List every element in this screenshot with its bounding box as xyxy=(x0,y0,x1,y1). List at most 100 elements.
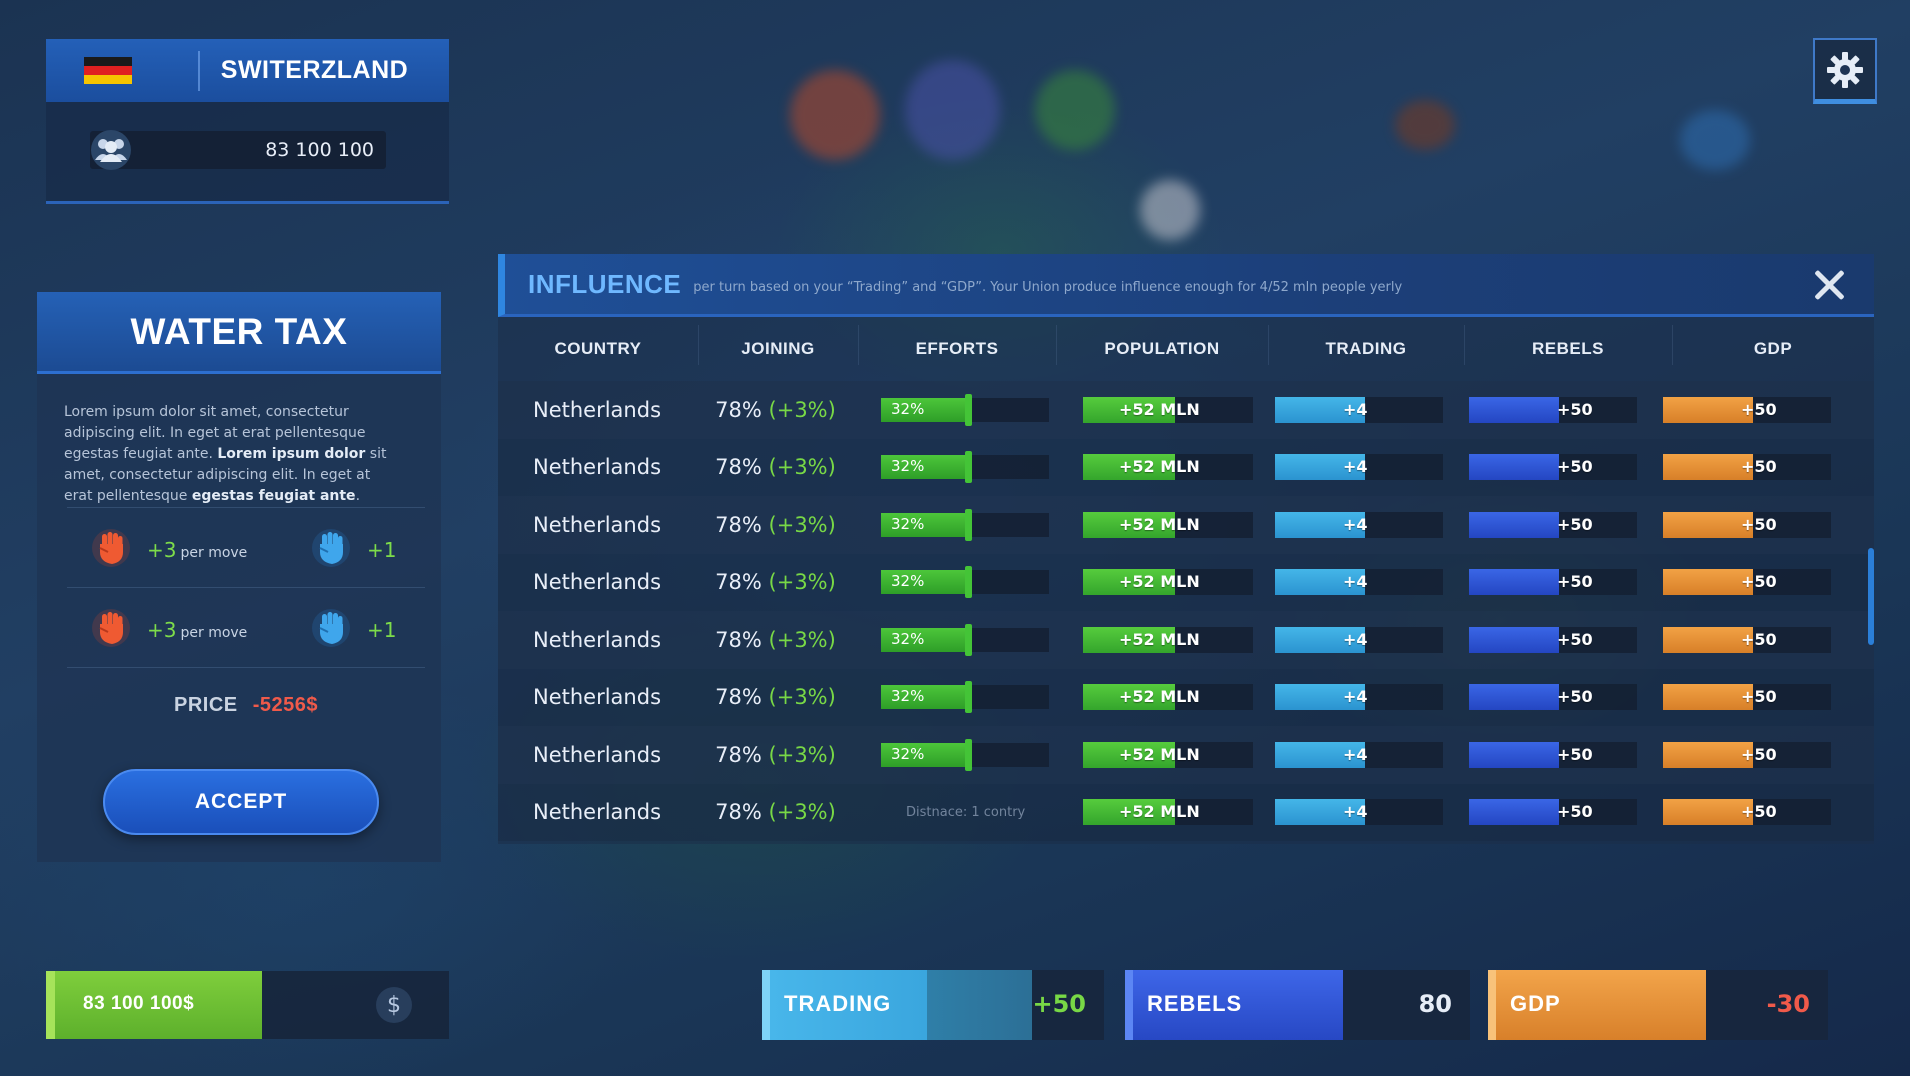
population-value: 83 100 100 xyxy=(265,139,374,161)
rebels-bar: +50 xyxy=(1469,569,1637,596)
gdp-value: +50 xyxy=(1741,399,1777,419)
gdp-bar: +50 xyxy=(1663,684,1831,711)
population-bar: +52 MLN xyxy=(1083,626,1253,653)
distance-note: Distnace: 1 contry xyxy=(906,804,1026,820)
gdp-stat: GDP -30 xyxy=(1488,970,1828,1040)
efforts-cell: Distnace: 1 contry xyxy=(858,784,1083,842)
trading-value: +50 xyxy=(1032,990,1086,1018)
joining-delta: (+3%) xyxy=(768,685,836,710)
rebels-value: +50 xyxy=(1557,744,1593,764)
table-row[interactable]: Netherlands 78% (+3%) Distnace: 1 contry… xyxy=(498,783,1874,842)
table-row[interactable]: Netherlands 78% (+3%) 32% +52 MLN +4 +50 xyxy=(498,553,1874,612)
gdp-bar: +50 xyxy=(1663,741,1831,768)
red-effect-number: +3 xyxy=(147,618,177,642)
efforts-bar[interactable]: 32% xyxy=(881,508,1049,541)
red-effect-unit: per move xyxy=(180,625,248,641)
gdp-value: +50 xyxy=(1741,687,1777,707)
table-row[interactable]: Netherlands 78% (+3%) 32% +52 MLN +4 +50 xyxy=(498,496,1874,554)
table-row[interactable]: Netherlands 78% (+3%) 32% +52 MLN +4 +50 xyxy=(498,611,1874,669)
population-bar: +52 MLN xyxy=(1083,569,1253,596)
rebels-value: +50 xyxy=(1557,572,1593,592)
joining-value: 78% xyxy=(715,397,762,422)
table-row[interactable]: Netherlands 78% (+3%) 32% +52 MLN +4 +50 xyxy=(498,438,1874,497)
trading-cell: +4 xyxy=(1275,496,1469,554)
gdp-cell: +50 xyxy=(1663,496,1833,554)
money-value: 83 100 100$ xyxy=(83,993,195,1014)
flag-stripe xyxy=(84,56,132,66)
column-header[interactable]: EFFORTS xyxy=(858,325,1056,365)
population-cell: +52 MLN xyxy=(1083,439,1275,497)
influence-title: INFLUENCE xyxy=(528,268,682,299)
efforts-cell: 32% xyxy=(858,439,1083,497)
efforts-value: 32% xyxy=(891,514,925,533)
column-header[interactable]: COUNTRY xyxy=(498,339,698,359)
efforts-bar[interactable]: 32% xyxy=(881,393,1049,426)
gdp-bar: +50 xyxy=(1663,626,1831,653)
rebels-value: +50 xyxy=(1557,629,1593,649)
gear-icon xyxy=(1827,51,1863,88)
close-icon[interactable] xyxy=(1812,268,1846,302)
column-header[interactable]: REBELS xyxy=(1464,325,1672,365)
accept-button[interactable]: ACCEPT xyxy=(103,769,379,835)
population-row: 83 100 100 xyxy=(90,130,386,170)
policy-description: Lorem ipsum dolor sit amet, consectetur … xyxy=(64,402,389,507)
efforts-bar[interactable]: 32% xyxy=(881,566,1049,599)
influence-panel: INFLUENCE per turn based on your “Tradin… xyxy=(498,254,1874,844)
joining-delta: (+3%) xyxy=(768,397,836,422)
settings-button[interactable] xyxy=(1813,38,1877,104)
efforts-bar[interactable]: 32% xyxy=(881,623,1049,656)
gdp-value: +50 xyxy=(1741,744,1777,764)
trading-value: +4 xyxy=(1343,629,1368,649)
effect-row: +3 per move +1 xyxy=(67,507,425,587)
efforts-bar[interactable]: 32% xyxy=(881,681,1049,714)
column-header[interactable]: GDP xyxy=(1672,325,1874,365)
trading-cell: +4 xyxy=(1275,554,1469,612)
population-cell: +52 MLN xyxy=(1083,611,1275,669)
efforts-value: 32% xyxy=(891,572,925,591)
rebels-cell: +50 xyxy=(1469,611,1663,669)
table-body: Netherlands 78% (+3%) 32% +52 MLN +4 +50 xyxy=(498,381,1874,841)
efforts-value: 32% xyxy=(891,687,925,706)
policy-title: WATER TAX xyxy=(130,310,348,352)
red-effect-value: +3 per move xyxy=(147,618,247,642)
rebels-value: +50 xyxy=(1557,457,1593,477)
trading-value: +4 xyxy=(1343,687,1368,707)
rebels-bar: +50 xyxy=(1469,799,1637,826)
column-header[interactable]: POPULATION xyxy=(1056,325,1268,365)
blue-effect-value: +1 xyxy=(367,538,397,562)
population-cell: +52 MLN xyxy=(1083,496,1275,554)
efforts-bar[interactable]: 32% xyxy=(881,451,1049,484)
efforts-cell: 32% xyxy=(858,496,1083,554)
table-row[interactable]: Netherlands 78% (+3%) 32% +52 MLN +4 +50 xyxy=(498,668,1874,727)
policy-header: WATER TAX xyxy=(37,292,441,374)
joining-value: 78% xyxy=(715,800,762,825)
column-header[interactable]: TRADING xyxy=(1268,325,1464,365)
population-bar: +52 MLN xyxy=(1083,741,1253,768)
gdp-fill xyxy=(1663,741,1753,768)
trading-label: TRADING xyxy=(784,991,892,1016)
gdp-cell: +50 xyxy=(1663,726,1833,784)
trading-bar: +4 xyxy=(1275,741,1443,768)
flag-stripe xyxy=(84,65,132,76)
column-header[interactable]: JOINING xyxy=(698,325,858,365)
rebels-bar: +50 xyxy=(1469,741,1637,768)
table-row[interactable]: Netherlands 78% (+3%) 32% +52 MLN +4 +50 xyxy=(498,726,1874,784)
gdp-bar: +50 xyxy=(1663,569,1831,596)
table-row[interactable]: Netherlands 78% (+3%) 32% +52 MLN +4 +50 xyxy=(498,381,1874,439)
gdp-bar: +50 xyxy=(1663,454,1831,481)
joining-value: 78% xyxy=(715,685,762,710)
efforts-value: 32% xyxy=(891,457,925,476)
trading-bar: +4 xyxy=(1275,684,1443,711)
population-cell: +52 MLN xyxy=(1083,726,1275,784)
description-bold: Lorem ipsum dolor xyxy=(217,446,366,462)
gdp-cell: +50 xyxy=(1663,669,1833,727)
joining-cell: 78% (+3%) xyxy=(693,398,858,422)
efforts-cell: 32% xyxy=(858,611,1083,669)
population-bar: +52 MLN xyxy=(1083,396,1253,423)
scrollbar[interactable] xyxy=(1868,548,1874,645)
rebels-fill xyxy=(1469,396,1559,423)
gdp-cell: +50 xyxy=(1663,784,1833,842)
efforts-bar[interactable]: 32% xyxy=(881,738,1049,771)
efforts-value: 32% xyxy=(891,744,925,763)
trading-bar: +4 xyxy=(1275,511,1443,538)
